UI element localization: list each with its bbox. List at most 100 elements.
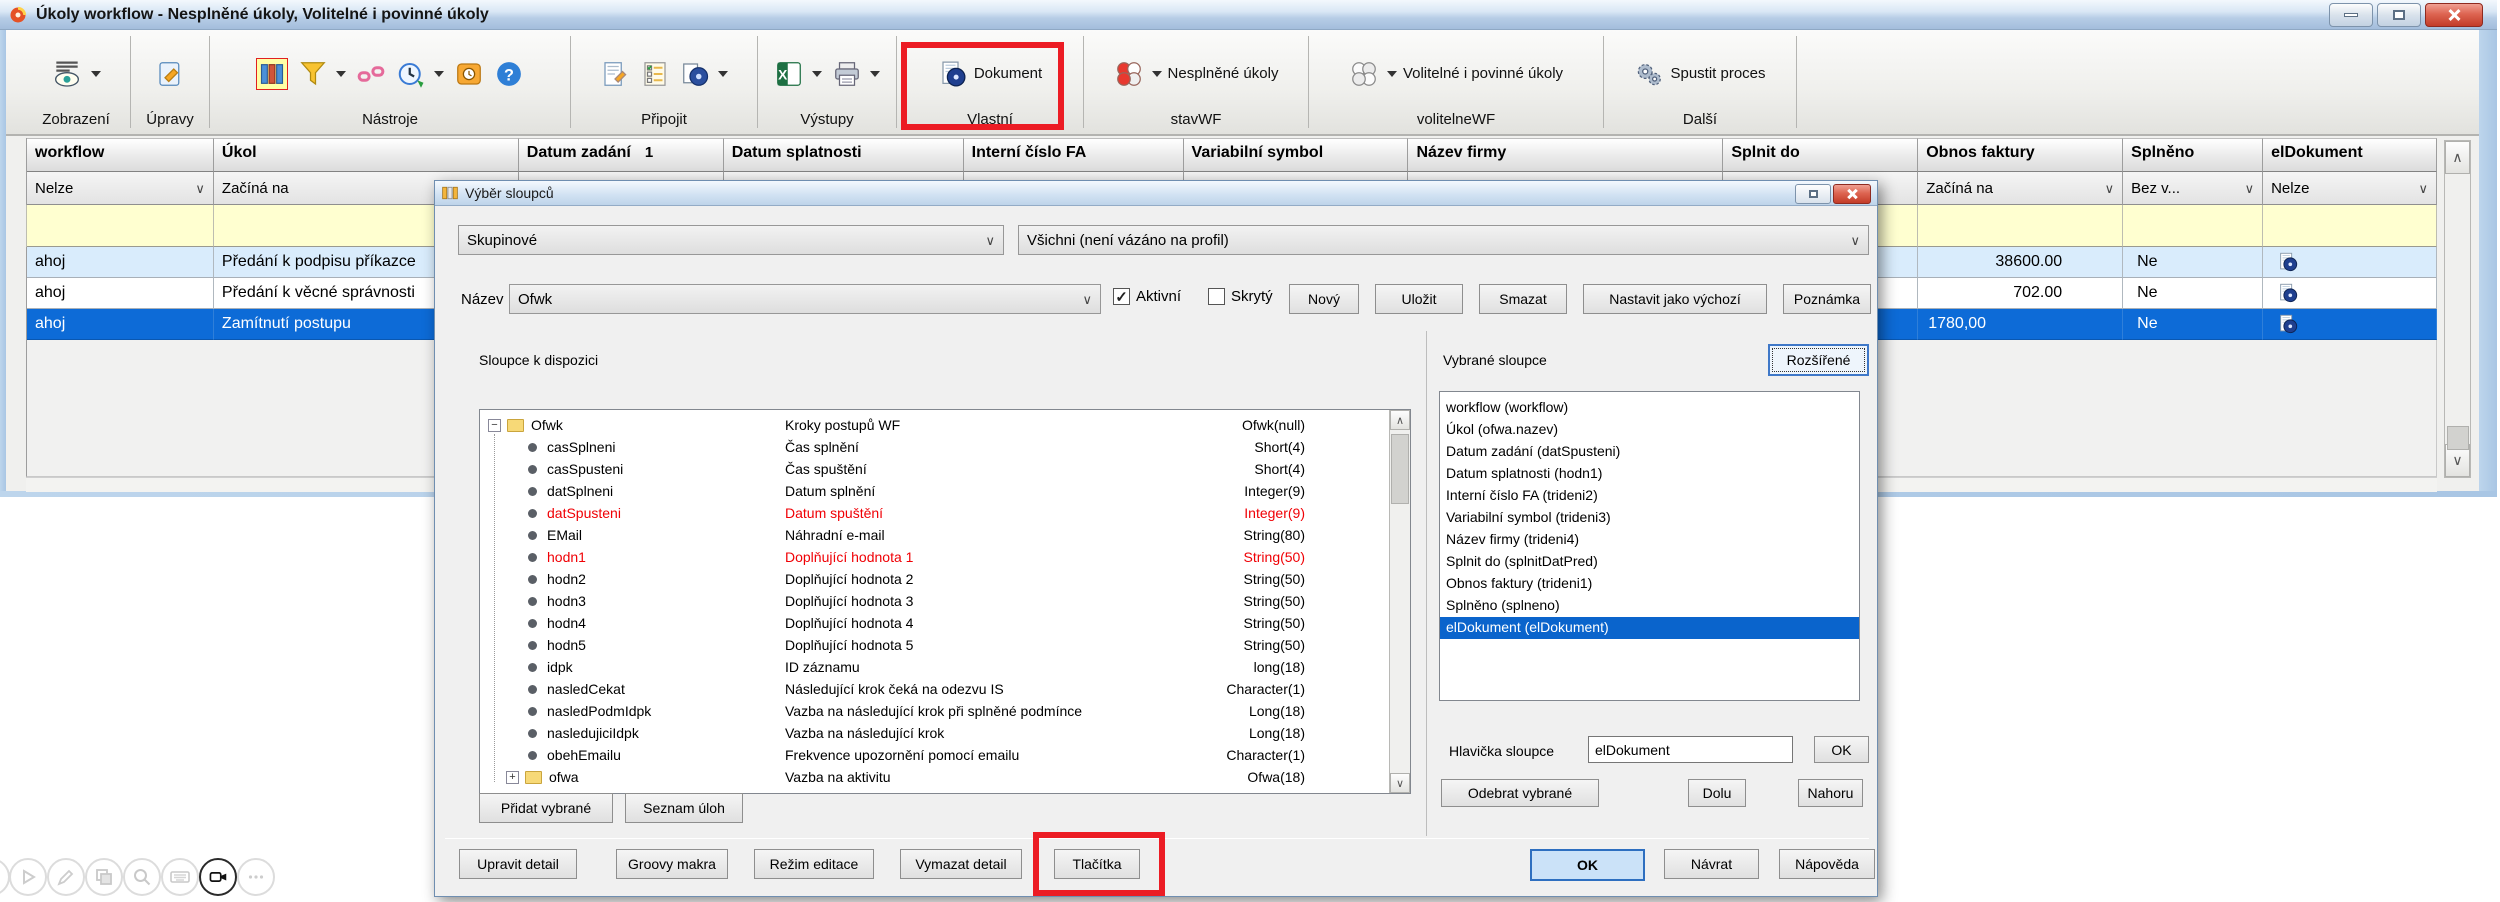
scrollbar-thumb[interactable] bbox=[2447, 426, 2469, 450]
spustit-proces-button[interactable]: Spustit proces bbox=[1634, 59, 1765, 89]
list-item[interactable]: Interní číslo FA (trideni2) bbox=[1440, 485, 1859, 507]
column-header-eldokument[interactable]: elDokument bbox=[2263, 138, 2437, 172]
tree-row[interactable]: hodn2 Doplňující hodnota 2 String(50) bbox=[480, 568, 1410, 590]
rezim-editace-button[interactable]: Režim editace bbox=[754, 849, 874, 879]
scroll-up-button[interactable] bbox=[1390, 410, 1410, 430]
dolu-button[interactable]: Dolu bbox=[1688, 779, 1746, 807]
column-header-splnit-do[interactable]: Splnit do bbox=[1723, 138, 1918, 172]
edit-button[interactable] bbox=[155, 59, 185, 89]
column-header-datum-splatnosti[interactable]: Datum splatnosti bbox=[724, 138, 964, 172]
column-header-splneno[interactable]: Splněno bbox=[2123, 138, 2263, 172]
poznamka-button[interactable]: Poznámka bbox=[1783, 284, 1871, 314]
tree-row[interactable]: datSpusteni Datum spuštění Integer(9) bbox=[480, 502, 1410, 524]
quickfilter-cell[interactable] bbox=[2263, 205, 2437, 247]
tree-expander-icon[interactable] bbox=[506, 771, 519, 784]
upravit-detail-button[interactable]: Upravit detail bbox=[459, 849, 577, 879]
list-item[interactable]: Datum zadání (datSpusteni) bbox=[1440, 441, 1859, 463]
vymazat-detail-button[interactable]: Vymazat detail bbox=[900, 849, 1022, 879]
column-header-datum-zadani[interactable]: Datum zadání1 bbox=[519, 138, 724, 172]
excel-export-button[interactable]: X bbox=[774, 59, 822, 89]
quickfilter-cell[interactable] bbox=[2123, 205, 2263, 247]
volitelnewf-button[interactable]: Volitelné i povinné úkoly bbox=[1349, 59, 1563, 89]
column-header-variabilni-symbol[interactable]: Variabilní symbol bbox=[1184, 138, 1409, 172]
unlink-button[interactable] bbox=[356, 59, 386, 89]
profile-type-combo[interactable]: Skupinové bbox=[458, 225, 1004, 255]
pen-button[interactable] bbox=[47, 858, 85, 896]
column-select-button[interactable] bbox=[256, 58, 288, 90]
windows-button[interactable] bbox=[85, 858, 123, 896]
tree-row[interactable]: nasledCekat Následující krok čeká na ode… bbox=[480, 678, 1410, 700]
tree-row[interactable]: ofwa Vazba na aktivitu Ofwa(18) bbox=[480, 766, 1410, 788]
hlavicka-sloupce-input[interactable] bbox=[1588, 736, 1793, 763]
novy-button[interactable]: Nový bbox=[1289, 284, 1359, 314]
dialog-restore-button[interactable] bbox=[1795, 184, 1831, 204]
list-item[interactable]: elDokument (elDokument) bbox=[1440, 617, 1859, 639]
attach-cd-button[interactable] bbox=[680, 59, 728, 89]
list-item[interactable]: Obnos faktury (trideni1) bbox=[1440, 573, 1859, 595]
hlavicka-ok-button[interactable]: OK bbox=[1814, 736, 1869, 763]
filter-workflow[interactable]: Nelze bbox=[27, 172, 214, 205]
selected-columns-list[interactable]: workflow (workflow)Úkol (ofwa.nazev)Datu… bbox=[1439, 391, 1860, 701]
tree-row[interactable]: datSplneni Datum splnění Integer(9) bbox=[480, 480, 1410, 502]
list-item[interactable]: Variabilní symbol (trideni3) bbox=[1440, 507, 1859, 529]
skryty-checkbox[interactable] bbox=[1208, 288, 1225, 305]
tree-row[interactable]: hodn4 Doplňující hodnota 4 String(50) bbox=[480, 612, 1410, 634]
quickfilter-cell[interactable] bbox=[1918, 205, 2123, 247]
maximize-button[interactable] bbox=[2377, 3, 2421, 27]
tree-row[interactable]: hodn1 Doplňující hodnota 1 String(50) bbox=[480, 546, 1410, 568]
tree-row[interactable]: Ofwk Kroky postupů WF Ofwk(null) bbox=[480, 414, 1410, 436]
odebrat-vybrane-button[interactable]: Odebrat vybrané bbox=[1441, 779, 1599, 807]
scrollbar-thumb[interactable] bbox=[1391, 434, 1409, 504]
tree-row[interactable]: EMail Náhradní e-mail String(80) bbox=[480, 524, 1410, 546]
ulozit-button[interactable]: Uložit bbox=[1375, 284, 1463, 314]
tree-row[interactable]: nasledPodmIdpk Vazba na následující krok… bbox=[480, 700, 1410, 722]
help-button[interactable]: ? bbox=[494, 59, 524, 89]
view-button[interactable] bbox=[51, 58, 101, 90]
tree-row[interactable]: nasledujiciIdpk Vazba na následující kro… bbox=[480, 722, 1410, 744]
seznam-uloh-button[interactable]: Seznam úloh bbox=[625, 793, 743, 823]
grid-vertical-scrollbar[interactable] bbox=[2444, 140, 2471, 478]
filter-splneno[interactable]: Bez v... bbox=[2123, 172, 2263, 205]
napoveda-button[interactable]: Nápověda bbox=[1779, 849, 1875, 879]
scroll-up-button[interactable] bbox=[2445, 141, 2470, 174]
tree-row[interactable]: hodn5 Doplňující hodnota 5 String(50) bbox=[480, 634, 1410, 656]
minimize-button[interactable] bbox=[2329, 3, 2373, 27]
column-header-nazev-firmy[interactable]: Název firmy bbox=[1408, 138, 1723, 172]
tree-row[interactable]: idpk ID záznamu long(18) bbox=[480, 656, 1410, 678]
stavwf-button[interactable]: Nesplněné úkoly bbox=[1114, 59, 1279, 89]
list-item[interactable]: Datum splatnosti (hodn1) bbox=[1440, 463, 1859, 485]
checklist-button[interactable] bbox=[640, 59, 670, 89]
tree-row[interactable]: casSplneni Čas splnění Short(4) bbox=[480, 436, 1410, 458]
note-edit-button[interactable] bbox=[600, 59, 630, 89]
list-item[interactable]: Název firmy (trideni4) bbox=[1440, 529, 1859, 551]
play-button[interactable] bbox=[9, 858, 47, 896]
navrat-button[interactable]: Návrat bbox=[1664, 849, 1759, 879]
tree-row[interactable]: obehEmailu Frekvence upozornění pomocí e… bbox=[480, 744, 1410, 766]
stopwatch-button[interactable] bbox=[454, 59, 484, 89]
profile-scope-combo[interactable]: Všichni (není vázáno na profil) bbox=[1018, 225, 1869, 255]
tree-row[interactable]: casSpusteni Čas spuštění Short(4) bbox=[480, 458, 1410, 480]
quickfilter-cell[interactable] bbox=[27, 205, 214, 247]
scroll-down-button[interactable] bbox=[1390, 773, 1410, 793]
nahoru-button[interactable]: Nahoru bbox=[1798, 779, 1863, 807]
column-header-ukol[interactable]: Úkol bbox=[214, 138, 519, 172]
filter-obnos-faktury[interactable]: Začíná na bbox=[1918, 172, 2123, 205]
pridat-vybrane-button[interactable]: Přidat vybrané bbox=[479, 793, 613, 823]
zoom-button[interactable] bbox=[123, 858, 161, 896]
available-columns-tree[interactable]: Ofwk Kroky postupů WF Ofwk(null) casSpln… bbox=[480, 414, 1410, 788]
column-header-obnos-faktury[interactable]: Obnos faktury bbox=[1918, 138, 2123, 172]
dialog-titlebar[interactable]: Výběr sloupců bbox=[435, 181, 1877, 206]
list-item[interactable]: Splnit do (splnitDatPred) bbox=[1440, 551, 1859, 573]
dialog-ok-button[interactable]: OK bbox=[1530, 849, 1645, 881]
tree-row[interactable]: hodn3 Doplňující hodnota 3 String(50) bbox=[480, 590, 1410, 612]
close-button[interactable] bbox=[2425, 3, 2483, 27]
smazat-button[interactable]: Smazat bbox=[1479, 284, 1567, 314]
groovy-makra-button[interactable]: Groovy makra bbox=[616, 849, 728, 879]
filter-eldokument[interactable]: Nelze bbox=[2263, 172, 2437, 205]
more-button[interactable] bbox=[237, 858, 275, 896]
column-header-workflow[interactable]: workflow bbox=[27, 138, 214, 172]
rozsirene-button[interactable]: Rozšířené bbox=[1768, 344, 1869, 376]
tree-expander-icon[interactable] bbox=[488, 419, 501, 432]
list-item[interactable]: Splněno (splneno) bbox=[1440, 595, 1859, 617]
column-header-interni-cislo[interactable]: Interní číslo FA bbox=[964, 138, 1184, 172]
